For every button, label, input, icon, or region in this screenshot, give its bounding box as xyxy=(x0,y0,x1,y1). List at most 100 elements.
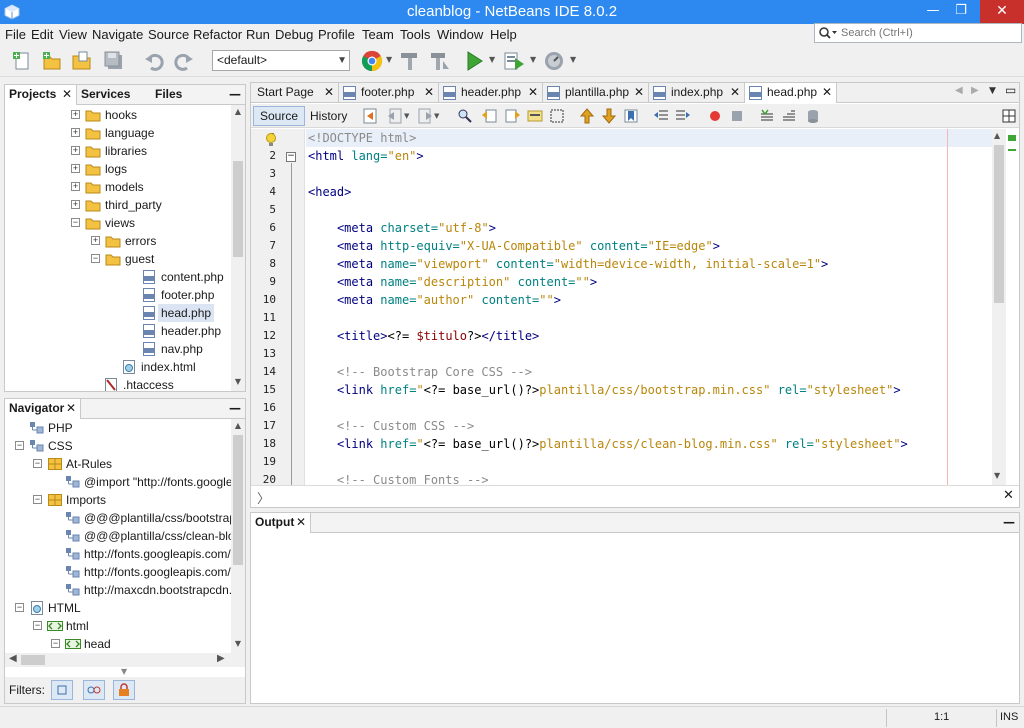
tree-item[interactable]: nav.php xyxy=(5,340,231,358)
code-line[interactable]: <!DOCTYPE html> xyxy=(306,129,992,147)
back-icon[interactable] xyxy=(387,108,403,124)
run-project-icon[interactable] xyxy=(462,49,486,73)
tree-item[interactable]: + errors xyxy=(5,232,231,250)
menu-view[interactable]: View xyxy=(59,27,87,42)
collapse-icon[interactable]: − xyxy=(71,218,80,227)
collapse-icon[interactable]: − xyxy=(15,441,24,450)
tree-item[interactable]: + logs xyxy=(5,160,231,178)
code-line[interactable]: <meta http-equiv="X-UA-Compatible" conte… xyxy=(308,237,720,255)
navigator-item[interactable]: PHP xyxy=(5,419,231,437)
tab-services[interactable]: Services xyxy=(77,85,151,105)
navigator-vscrollbar[interactable]: ▲ ▼ xyxy=(231,419,245,653)
minimize-button[interactable]: — xyxy=(918,0,948,24)
scroll-up-icon[interactable]: ▲ xyxy=(231,421,245,433)
fold-collapse-icon[interactable]: − xyxy=(286,152,296,162)
rectangular-selection-icon[interactable] xyxy=(549,108,565,124)
expand-icon[interactable]: + xyxy=(71,110,80,119)
navigator-item[interactable]: @import "http://fonts.googlea xyxy=(5,473,231,491)
menu-refactor[interactable]: Refactor xyxy=(193,27,242,42)
split-editor-icon[interactable] xyxy=(1001,108,1017,124)
shift-left-icon[interactable] xyxy=(653,108,669,124)
navigator-item[interactable]: − html xyxy=(5,617,231,635)
new-project-icon[interactable] xyxy=(40,49,64,73)
find-previous-icon[interactable] xyxy=(481,108,497,124)
clean-build-icon[interactable] xyxy=(428,49,452,73)
scroll-left-icon[interactable]: ◀ xyxy=(9,653,17,664)
filter-inherited-icon[interactable] xyxy=(83,680,105,700)
tab-header-php[interactable]: header.php ✕ xyxy=(439,83,543,103)
close-icon[interactable]: ✕ xyxy=(62,85,72,104)
next-bookmark-icon[interactable] xyxy=(601,108,617,124)
debug-project-icon[interactable] xyxy=(502,49,526,73)
history-view-button[interactable]: History xyxy=(303,106,354,126)
run-dropdown-icon[interactable]: ▼ xyxy=(489,55,495,64)
tree-item[interactable]: + hooks xyxy=(5,106,231,124)
expand-icon[interactable]: + xyxy=(71,164,80,173)
menu-edit[interactable]: Edit xyxy=(31,27,53,42)
code-line[interactable]: <!-- Custom Fonts --> xyxy=(308,471,489,485)
code-area[interactable]: <!DOCTYPE html> <html lang="en"> <head> <m… xyxy=(306,129,992,485)
expand-icon[interactable]: + xyxy=(71,200,80,209)
expand-icon[interactable]: + xyxy=(71,146,80,155)
navigator-item[interactable]: − At-Rules xyxy=(5,455,231,473)
code-line[interactable]: <link href="<?= base_url()?>plantilla/cs… xyxy=(308,381,901,399)
close-button[interactable]: ✕ xyxy=(980,0,1024,24)
tree-item[interactable]: header.php xyxy=(5,322,231,340)
hscroll-thumb[interactable] xyxy=(21,655,45,665)
maximize-editor-icon[interactable]: ▭ xyxy=(1005,83,1016,97)
splitter-grip-icon[interactable]: ▼ xyxy=(121,667,127,676)
scroll-thumb[interactable] xyxy=(994,145,1004,303)
menu-file[interactable]: File xyxy=(5,27,26,42)
close-icon[interactable]: ✕ xyxy=(424,83,434,102)
close-icon[interactable]: ✕ xyxy=(296,513,306,532)
expand-icon[interactable]: + xyxy=(91,236,100,245)
code-line[interactable]: <link href="<?= base_url()?>plantilla/cs… xyxy=(308,435,908,453)
close-icon[interactable]: ✕ xyxy=(1003,488,1014,503)
code-line[interactable]: <html lang="en"> xyxy=(308,147,424,165)
filter-private-lock-icon[interactable] xyxy=(113,680,135,700)
collapse-icon[interactable]: − xyxy=(33,621,42,630)
menu-team[interactable]: Team xyxy=(362,27,394,42)
navigator-item[interactable]: − Imports xyxy=(5,491,231,509)
scroll-right-icon[interactable]: ▶ xyxy=(217,653,225,664)
code-line[interactable]: <!-- Custom CSS --> xyxy=(308,417,474,435)
tab-scroll-right-icon[interactable]: ▶ xyxy=(971,85,979,96)
scroll-down-icon[interactable]: ▼ xyxy=(231,639,245,651)
code-line[interactable]: <meta name="author" content=""> xyxy=(308,291,561,309)
close-icon[interactable]: ✕ xyxy=(66,399,76,418)
navigator-hscrollbar[interactable]: ◀ ▶ xyxy=(5,653,245,667)
stop-macro-recording-icon[interactable] xyxy=(729,108,745,124)
tab-plantilla-php[interactable]: plantilla.php ✕ xyxy=(543,83,649,103)
profile-project-icon[interactable] xyxy=(542,49,566,73)
forward-icon[interactable] xyxy=(417,108,433,124)
tree-item[interactable]: + models xyxy=(5,178,231,196)
scroll-thumb[interactable] xyxy=(233,161,243,257)
tree-item[interactable]: head.php xyxy=(5,304,231,322)
browser-dropdown-icon[interactable]: ▼ xyxy=(386,55,392,64)
previous-bookmark-icon[interactable] xyxy=(579,108,595,124)
new-file-icon[interactable] xyxy=(10,49,34,73)
tab-navigator[interactable]: Navigator ✕ xyxy=(5,399,81,419)
scroll-up-icon[interactable]: ▲ xyxy=(231,107,245,119)
maximize-button[interactable]: ❐ xyxy=(946,0,976,24)
code-line[interactable]: <meta name="description" content=""> xyxy=(308,273,597,291)
tab-index-php[interactable]: index.php ✕ xyxy=(649,83,745,103)
filter-fields-icon[interactable] xyxy=(51,680,73,700)
menu-navigate[interactable]: Navigate xyxy=(92,27,143,42)
database-icon[interactable] xyxy=(805,108,821,124)
tree-item[interactable]: + libraries xyxy=(5,142,231,160)
menu-tools[interactable]: Tools xyxy=(400,27,430,42)
tree-item[interactable]: − guest xyxy=(5,250,231,268)
source-view-button[interactable]: Source xyxy=(253,106,306,126)
navigator-item[interactable]: @@@plantilla/css/clean-blog. xyxy=(5,527,231,545)
close-icon[interactable]: ✕ xyxy=(730,83,740,102)
start-macro-recording-icon[interactable] xyxy=(707,108,723,124)
back-dropdown-icon[interactable]: ▼ xyxy=(404,112,409,120)
minimize-panel-button[interactable]: — xyxy=(229,401,241,415)
collapse-icon[interactable]: − xyxy=(33,459,42,468)
build-hammer-icon[interactable] xyxy=(398,49,422,73)
expand-icon[interactable]: + xyxy=(71,182,80,191)
tree-item[interactable]: .htaccess xyxy=(5,376,231,391)
close-icon[interactable]: ✕ xyxy=(528,83,538,102)
undo-icon[interactable] xyxy=(142,49,166,73)
